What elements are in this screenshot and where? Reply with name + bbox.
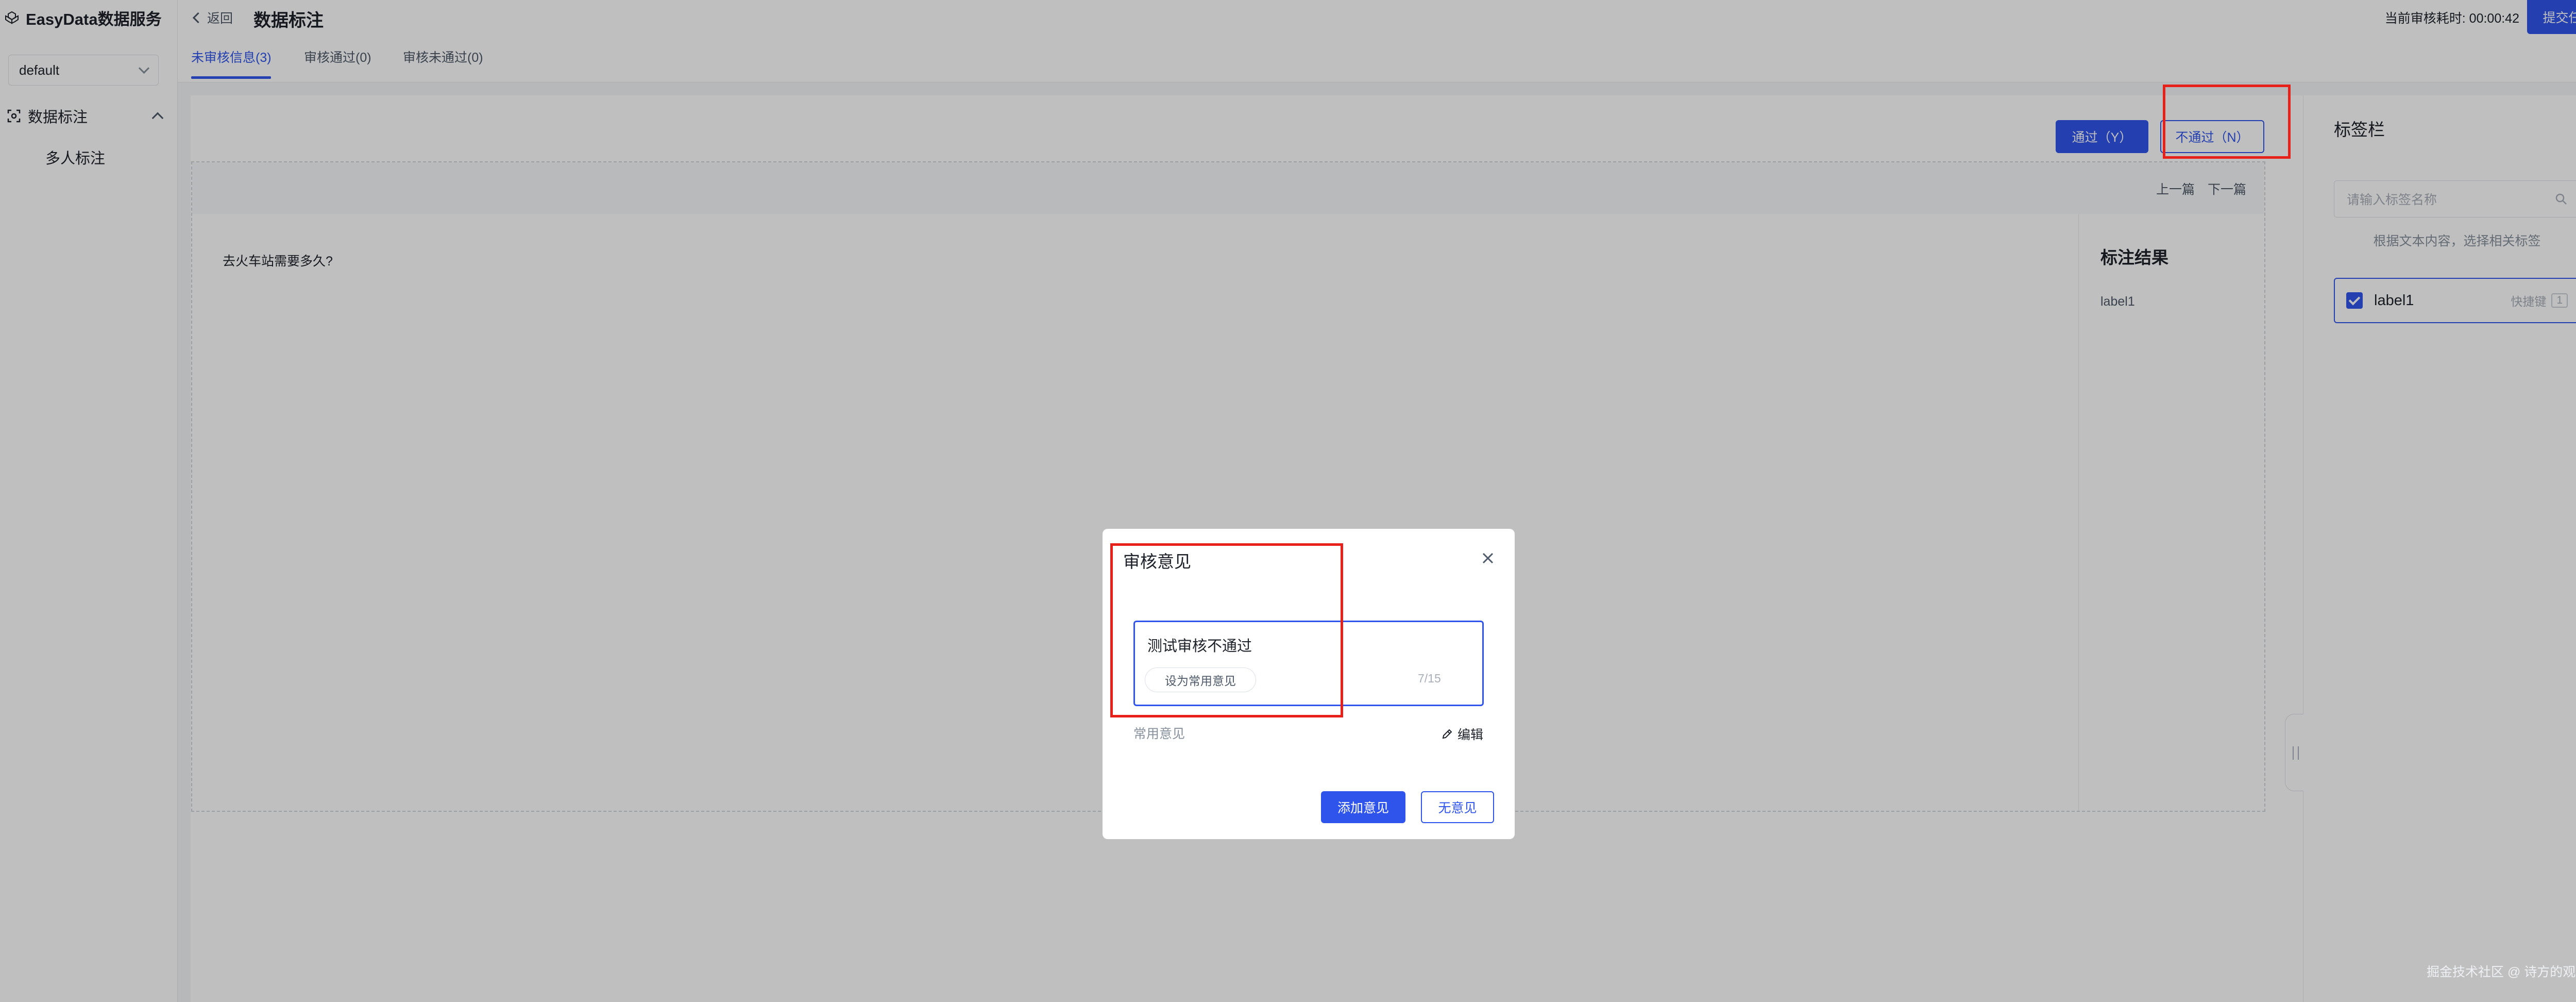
no-opinion-button[interactable]: 无意见 [1421, 791, 1494, 823]
char-counter: 7/15 [1418, 672, 1441, 685]
add-opinion-button[interactable]: 添加意见 [1321, 791, 1405, 823]
watermark: 掘金技术社区 @ 诗方的观念 [2427, 965, 2576, 979]
edit-label: 编辑 [1458, 728, 1484, 742]
edit-common-opinions-link[interactable]: 编辑 [1441, 725, 1483, 743]
pencil-icon [1442, 729, 1452, 739]
common-opinions-label: 常用意见 [1133, 727, 1185, 741]
close-icon[interactable] [1479, 549, 1497, 567]
highlight-reject-button [2163, 85, 2291, 159]
highlight-opinion-area [1110, 543, 1343, 717]
